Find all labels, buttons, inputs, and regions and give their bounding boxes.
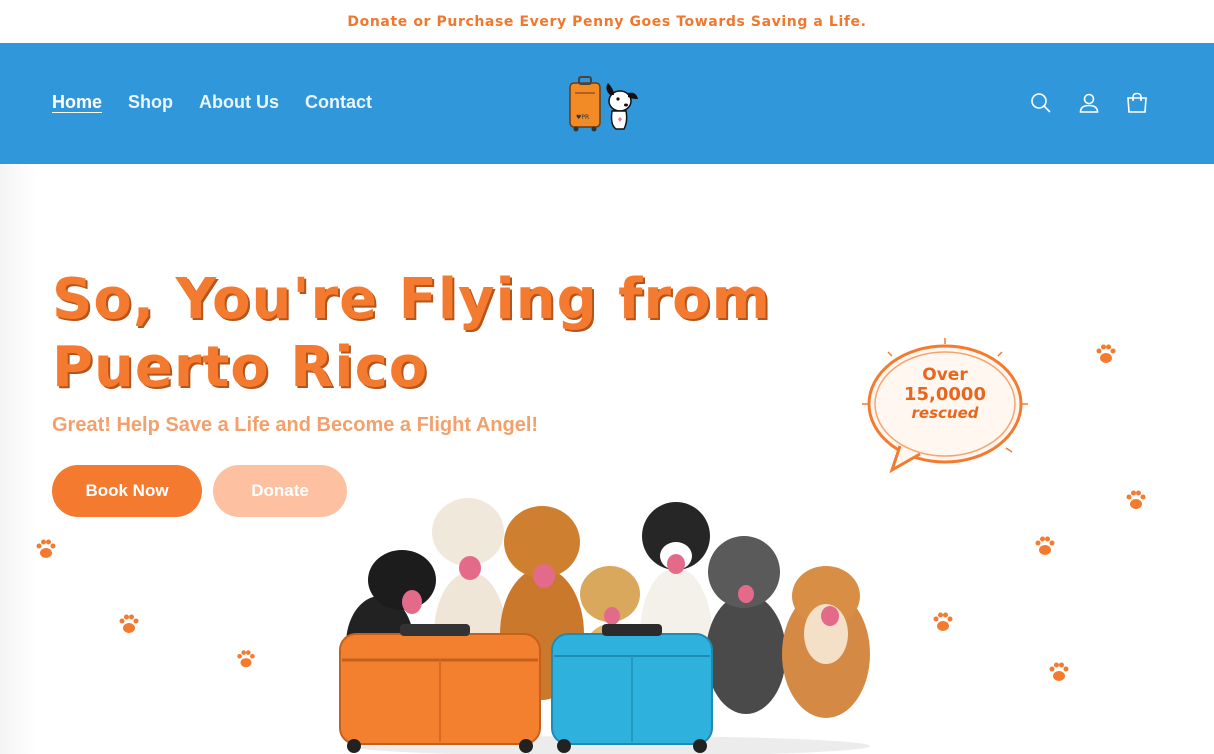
nav-item-contact[interactable]: Contact — [305, 92, 372, 113]
paw-print-icon — [1126, 490, 1146, 509]
cart-icon[interactable] — [1124, 90, 1150, 116]
paw-print-icon — [36, 539, 56, 558]
site-logo[interactable]: ♥PR — [566, 75, 642, 135]
hero-subtitle: Great! Help Save a Life and Become a Fli… — [52, 414, 539, 436]
hero-edge-shade — [0, 164, 36, 754]
paw-print-icon — [933, 612, 953, 631]
announcement-bar: Donate or Purchase Every Penny Goes Towa… — [0, 0, 1214, 43]
hero-title-line2: Puerto Rico — [52, 335, 429, 400]
badge-line3: rescued — [911, 404, 979, 422]
paw-print-icon — [1049, 662, 1069, 681]
paw-print-icon — [119, 614, 139, 633]
main-nav: Home Shop About Us Contact — [52, 92, 372, 113]
nav-item-about-us[interactable]: About Us — [199, 92, 279, 113]
site-header: Home Shop About Us Contact ♥PR — [0, 43, 1214, 164]
badge-line2: 15,0000 — [904, 384, 986, 405]
account-icon[interactable] — [1076, 90, 1102, 116]
search-icon[interactable] — [1028, 90, 1054, 116]
hero-title-line1: So, You're Flying from — [52, 267, 771, 332]
header-icons — [1028, 90, 1150, 116]
rescued-badge: Over 15,0000 rescued — [852, 334, 1038, 484]
announcement-text: Donate or Purchase Every Penny Goes Towa… — [347, 13, 867, 30]
nav-item-home[interactable]: Home — [52, 92, 102, 113]
paw-print-icon — [1035, 536, 1055, 555]
badge-line1: Over — [922, 365, 968, 385]
nav-item-shop[interactable]: Shop — [128, 92, 173, 113]
hero-title: So, You're Flying from Puerto Rico — [52, 266, 772, 402]
svg-text:♥PR: ♥PR — [576, 114, 589, 121]
paw-print-icon — [1096, 344, 1116, 363]
hero-section: So, You're Flying from Puerto Rico Great… — [0, 164, 1214, 754]
dogs-with-suitcases-image — [330, 484, 890, 754]
donate-button[interactable]: Donate — [213, 465, 347, 517]
book-now-button[interactable]: Book Now — [52, 465, 202, 517]
paw-print-icon — [237, 650, 255, 668]
